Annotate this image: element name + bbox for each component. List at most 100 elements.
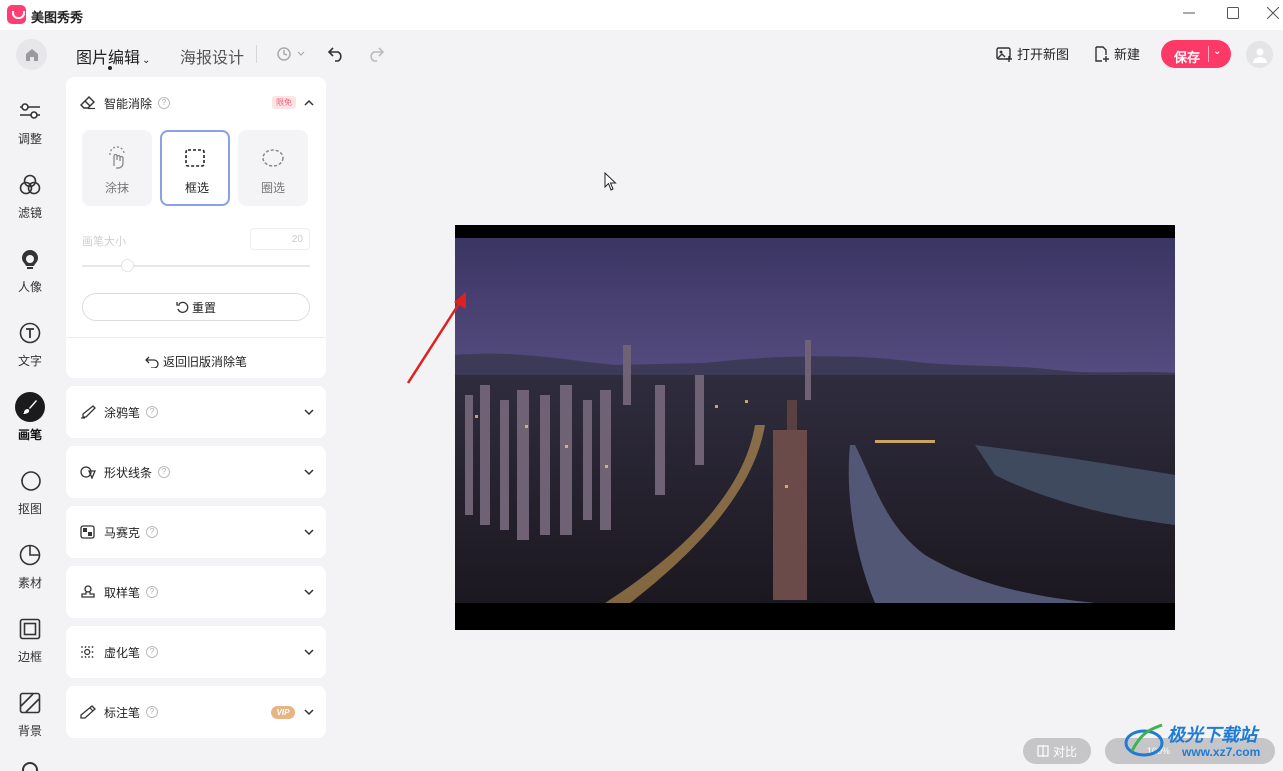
mouse-pointer-icon (604, 172, 617, 191)
avatar[interactable] (1246, 41, 1273, 68)
background-icon (15, 688, 45, 718)
stamp-card[interactable]: 取样笔 ? (66, 566, 326, 618)
brush-icon (15, 392, 45, 422)
mode-lasso-button[interactable]: 圈选 (238, 130, 308, 206)
close-icon (1266, 6, 1279, 20)
chevron-down-icon (304, 409, 314, 416)
home-button[interactable] (16, 39, 47, 70)
mosaic-icon (80, 525, 95, 539)
image-add-icon (996, 46, 1012, 62)
brush-size-slider-handle[interactable] (121, 259, 135, 272)
open-new-image-button[interactable]: 打开新图 (996, 44, 1069, 63)
nav-item-text[interactable]: 文字 (0, 318, 60, 380)
nav-item-frame[interactable]: 边框 (0, 614, 60, 676)
help-icon[interactable]: ? (146, 586, 159, 598)
app-title: 美图秀秀 (31, 10, 84, 25)
brush-size-slider[interactable] (82, 265, 310, 267)
help-icon[interactable]: ? (158, 466, 171, 478)
redo-icon (370, 47, 385, 62)
smart-erase-title: 智能消除 (104, 96, 153, 111)
mode-label: 框选 (184, 181, 209, 195)
card-divider (66, 337, 326, 338)
history-button[interactable] (274, 42, 308, 66)
marker-pen-header: 标注笔 ? (80, 702, 159, 722)
mode-rect-select-button[interactable]: 框选 (160, 130, 230, 206)
minimize-button[interactable] (1174, 4, 1204, 26)
new-button[interactable]: 新建 (1094, 44, 1140, 63)
compare-button[interactable]: 对比 (1023, 738, 1091, 764)
annotation-arrow (406, 292, 466, 384)
nav-label: 边框 (17, 650, 42, 664)
tab-image-edit-label: 图片编辑 (76, 50, 141, 67)
smart-erase-header[interactable]: 智能消除 ? (80, 93, 171, 113)
chevron-down-icon (304, 469, 314, 476)
text-icon (15, 318, 45, 348)
eraser-icon (80, 96, 95, 110)
close-button[interactable] (1262, 4, 1283, 26)
reset-icon (176, 301, 189, 313)
help-icon[interactable]: ? (146, 526, 159, 538)
blur-icon (81, 646, 94, 658)
watermark-url: www.xz7.com (1182, 745, 1261, 759)
frame-icon (15, 614, 45, 644)
nav-item-sticker[interactable]: 素材 (0, 540, 60, 602)
back-arrow-icon (145, 356, 159, 368)
nav-label: 滤镜 (17, 206, 42, 220)
help-icon[interactable]: ? (146, 646, 159, 658)
toolbar-divider (256, 45, 257, 63)
doodle-pen-header: 涂鸦笔 ? (80, 402, 159, 422)
canvas-image[interactable] (455, 225, 1175, 630)
nav-item-background[interactable]: 背景 (0, 688, 60, 750)
shapes-card[interactable]: 形状线条 ? (66, 446, 326, 498)
blur-pen-card[interactable]: 虚化笔 ? (66, 626, 326, 678)
redo-button[interactable] (364, 42, 388, 66)
tab-poster-design[interactable]: 海报设计 (180, 44, 244, 68)
chevron-up-icon[interactable] (304, 98, 314, 108)
nav-item-filter[interactable]: 滤镜 (0, 170, 60, 232)
user-icon (1252, 48, 1267, 63)
chevron-down-icon (304, 649, 314, 656)
old-eraser-button[interactable]: 返回旧版消除笔 (66, 353, 326, 370)
nav-item-cutout[interactable]: 抠图 (0, 466, 60, 528)
app-logo-icon (7, 5, 26, 24)
top-toolbar: 图片编辑 ⌄ 海报设计 打开新图 新建 保存 ⌄ (0, 30, 1283, 78)
brush-size-input[interactable]: 20 (250, 228, 310, 250)
marker-pen-card[interactable]: 标注笔 ? VIP (66, 686, 326, 738)
undo-button[interactable] (324, 42, 348, 66)
smart-erase-card: 智能消除 ? 限免 涂抹 框选 圈选 画笔大小 20 重置 返回旧版消除笔 (66, 77, 326, 378)
reset-button[interactable]: 重置 (82, 293, 310, 321)
watermark-logo-icon (1124, 723, 1164, 757)
shapes-header: 形状线条 ? (80, 462, 171, 482)
tab-image-edit[interactable]: 图片编辑 ⌄ (76, 44, 150, 68)
stamp-icon (81, 585, 95, 598)
chevron-down-icon (304, 589, 314, 596)
nav-item-portrait[interactable]: 人像 (0, 244, 60, 306)
nav-item-adjust[interactable]: 调整 (0, 96, 60, 158)
mode-smear-button[interactable]: 涂抹 (82, 130, 152, 206)
section-title: 虚化笔 (104, 645, 141, 660)
portrait-icon (15, 244, 45, 274)
help-icon[interactable]: ? (146, 406, 159, 418)
stamp-header: 取样笔 ? (80, 582, 159, 602)
section-title: 马赛克 (104, 525, 141, 540)
shapes-icon (80, 466, 96, 479)
sticker-icon (15, 540, 45, 570)
home-icon (25, 48, 38, 61)
help-icon[interactable]: ? (158, 97, 171, 109)
chevron-down-icon[interactable]: ⌄ (1213, 46, 1221, 57)
watermark: 极光下载站 www.xz7.com (1122, 719, 1277, 763)
nav-label: 抠图 (17, 502, 42, 516)
new-file-icon (1095, 45, 1109, 62)
mosaic-card[interactable]: 马赛克 ? (66, 506, 326, 558)
filter-circles-icon (15, 170, 45, 200)
chevron-down-icon (304, 529, 314, 536)
nav-label: 文字 (17, 354, 42, 368)
maximize-button[interactable] (1218, 4, 1248, 26)
rect-select-icon (185, 149, 205, 167)
doodle-pen-card[interactable]: 涂鸦笔 ? (66, 386, 326, 438)
undo-icon (327, 47, 342, 62)
nav-item-brush[interactable]: 画笔 (0, 392, 60, 454)
save-button[interactable]: 保存 ⌄ (1161, 40, 1231, 68)
help-icon[interactable]: ? (146, 706, 159, 718)
sliders-icon (15, 96, 45, 126)
